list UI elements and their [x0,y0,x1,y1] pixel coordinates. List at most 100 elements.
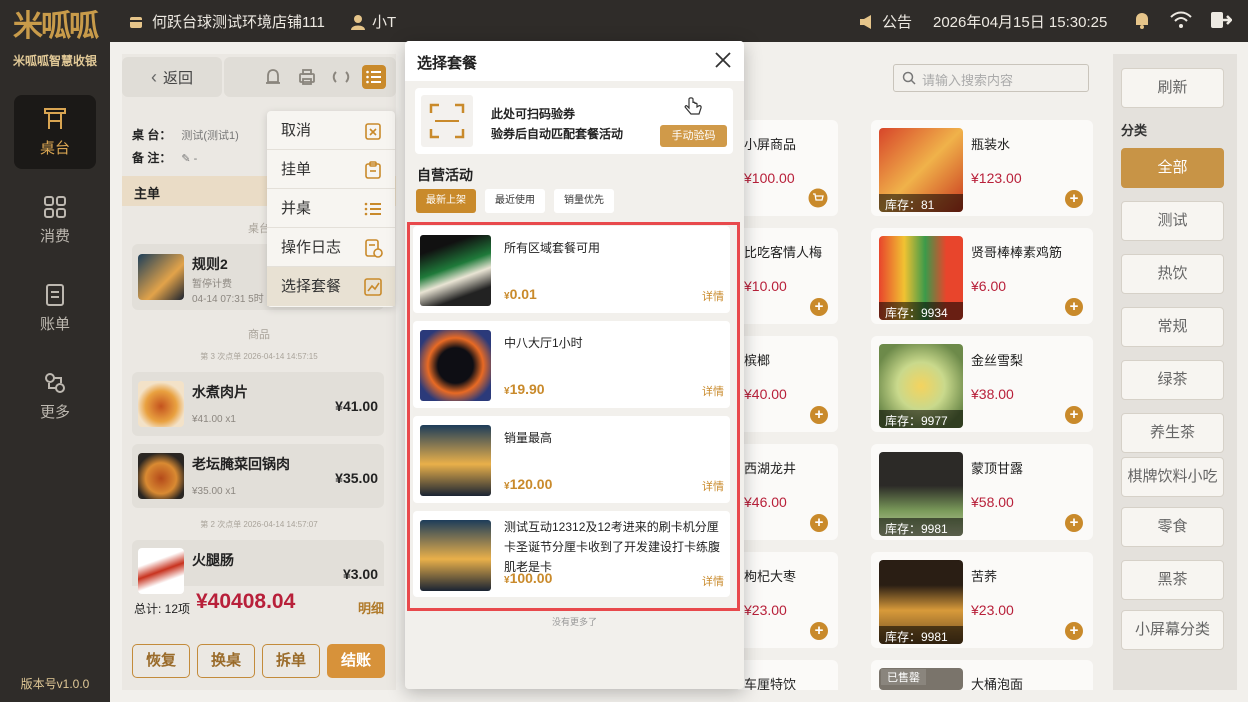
sold-out-badge: 已售罄 [881,669,926,685]
package-detail-link[interactable]: 详情 [702,288,724,304]
search-icon [902,71,916,85]
package-detail-link[interactable]: 详情 [702,383,724,399]
stock-label: 库存：9981 [879,518,963,536]
menu-item-label: 操作日志 [281,239,342,256]
detail-link[interactable]: 明细 [358,598,384,617]
menu-item-cancel[interactable]: 取消 [267,111,395,150]
category-item[interactable]: 养生茶 [1121,413,1224,453]
cancel-doc-icon [365,123,381,140]
add-button[interactable]: + [1065,406,1083,424]
sidebar-item-more[interactable]: 更多 [14,359,96,433]
sidebar-item-bills[interactable]: 账单 [14,271,96,345]
menu-item-merge[interactable]: 并桌 [267,189,395,228]
product-card[interactable]: 西湖龙井 ¥46.00 + [738,444,838,540]
package-card[interactable]: 所有区域套餐可用 ¥0.01 详情 [413,226,730,313]
category-item[interactable]: 测试 [1121,201,1224,241]
logo-mark: 米呱呱 [13,10,99,43]
change-table-button[interactable]: 换桌 [197,644,255,678]
product-price: ¥123.00 [971,170,1022,186]
package-detail-link[interactable]: 详情 [702,478,724,494]
category-all[interactable]: 全部 [1121,148,1224,188]
product-card[interactable]: 小屏商品 ¥100.00 [738,120,838,216]
product-card[interactable]: 库存：9981 蒙顶甘露 ¥58.00 + [871,444,1093,540]
split-bill-button[interactable]: 拆单 [262,644,320,678]
wifi-icon[interactable] [1170,10,1192,30]
sidebar-item-consume[interactable]: 消费 [14,183,96,257]
package-card[interactable]: 中八大厅1小时 ¥19.90 详情 [413,321,730,408]
search-input[interactable]: 请输入搜索内容 [893,64,1089,92]
total-amount: ¥40408.04 [196,590,296,613]
menu-item-label: 并桌 [281,200,312,217]
add-button[interactable]: + [810,622,828,640]
tab-recent[interactable]: 最近使用 [485,189,545,213]
package-name: 所有区域套餐可用 [504,241,601,255]
category-item[interactable]: 黑茶 [1121,560,1224,600]
select-package-modal: 选择套餐 此处可扫码验券 验券后自动匹配套餐活动 手动验码 自营活动 最新上架 … [405,41,744,689]
sidebar-item-tables[interactable]: 桌台 [14,95,96,169]
product-card[interactable]: 槟榔 ¥40.00 + [738,336,838,432]
user-menu[interactable]: 小T [350,11,396,32]
order-item[interactable]: 老坛腌菜回锅肉 ¥35.00 x1 ¥35.00 [132,444,384,508]
add-button[interactable]: + [1065,514,1083,532]
add-button[interactable]: + [810,406,828,424]
order-item[interactable]: 水煮肉片 ¥41.00 x1 ¥41.00 [132,372,384,436]
category-item[interactable]: 小屏幕分类 [1121,610,1224,650]
order-item[interactable]: 火腿肠 ¥3.00 [132,540,384,594]
product-card[interactable]: 枸杞大枣 ¥23.00 + [738,552,838,648]
package-card[interactable]: 销量最高 ¥120.00 详情 [413,416,730,503]
menu-list-icon[interactable] [362,65,386,89]
product-card[interactable]: 库存：9977 金丝雪梨 ¥38.00 + [871,336,1093,432]
sidebar-item-label: 消费 [39,228,70,245]
refresh-button[interactable]: 刷新 [1121,68,1224,108]
bell-icon[interactable] [1132,10,1152,30]
megaphone-icon [860,14,871,29]
product-card[interactable]: 已售罄 大桶泡面 [871,660,1093,690]
table-label: 桌 台： [132,128,172,142]
product-card[interactable]: 库存：9981 苦荞 ¥23.00 + [871,552,1093,648]
bill-icon [46,284,64,306]
package-card[interactable]: 测试互动12312及12考进来的刷卡机分厘卡圣诞节分厘卡收到了开发建设打卡练腹肌… [413,511,730,597]
menu-item-hold[interactable]: 挂单 [267,150,395,189]
product-card[interactable]: 库存：81 瓶装水 ¥123.00 + [871,120,1093,216]
tab-best-selling[interactable]: 销量优先 [554,189,614,213]
back-button[interactable]: ‹ 返回 [122,57,222,97]
top-bar: 何跃台球测试环境店铺111 小T 公告 2026年04月15日 15:30:25 [110,0,1248,42]
tab-newest[interactable]: 最新上架 [416,189,476,213]
logout-icon[interactable] [1210,10,1232,30]
print-icon[interactable] [296,66,318,88]
category-item[interactable]: 常规 [1121,307,1224,347]
category-item[interactable]: 零食 [1121,507,1224,547]
scan-frame-icon [421,95,473,147]
list-icon [364,202,381,216]
menu-item-select-package[interactable]: 选择套餐 [267,267,395,306]
package-image [420,425,491,496]
add-button[interactable]: + [1065,622,1083,640]
manual-verify-button[interactable]: 手动验码 [660,125,727,147]
notice-button[interactable]: 公告 [858,11,912,32]
cart-icon[interactable] [808,188,828,208]
menu-item-log[interactable]: 操作日志 [267,228,395,267]
category-item[interactable]: 绿茶 [1121,360,1224,400]
restore-button[interactable]: 恢复 [132,644,190,678]
product-card[interactable]: 车厘特饮 [738,660,838,690]
close-icon[interactable] [714,51,732,69]
product-card[interactable]: 库存：9934 贤哥棒棒素鸡筋 ¥6.00 + [871,228,1093,324]
product-price: ¥38.00 [971,386,1014,402]
datetime: 2026年04月15日 15:30:25 [933,14,1108,31]
add-button[interactable]: + [1065,298,1083,316]
note-edit[interactable]: ✎ - [181,153,197,165]
add-button[interactable]: + [810,298,828,316]
tap-hand-icon [684,97,702,115]
category-item[interactable]: 棋牌饮料小吃 [1121,457,1224,497]
package-detail-link[interactable]: 详情 [702,573,724,589]
bell-service-icon[interactable] [262,66,284,88]
category-item[interactable]: 热饮 [1121,254,1224,294]
add-button[interactable]: + [810,514,828,532]
product-card[interactable]: 比吃客情人梅 ¥10.00 + [738,228,838,324]
store-selector[interactable]: 何跃台球测试环境店铺111 [128,11,325,32]
modal-title: 选择套餐 [417,55,478,72]
add-button[interactable]: + [1065,190,1083,208]
product-name: 车厘特饮 [744,677,797,690]
checkout-button[interactable]: 结账 [327,644,385,678]
refresh-icon[interactable] [330,66,352,88]
